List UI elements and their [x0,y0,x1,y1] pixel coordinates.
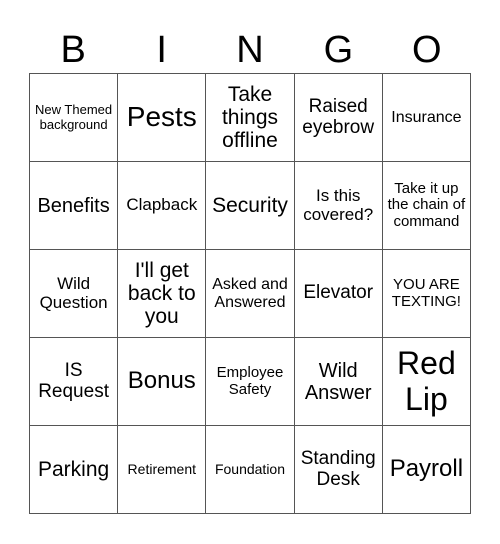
bingo-cell-text: New Themed background [35,102,113,132]
bingo-header: B I N G O [29,27,471,73]
bingo-cell[interactable]: Security [206,162,295,250]
bingo-cell[interactable]: Retirement [118,426,207,514]
bingo-cell[interactable]: YOU ARE TEXTING! [382,250,471,338]
header-letter-n: N [236,29,264,71]
bingo-cell[interactable]: Asked and Answered [206,250,295,338]
bingo-cell[interactable]: Bonus [118,338,207,426]
bingo-cell[interactable]: Employee Safety [206,338,295,426]
bingo-cell[interactable]: Clapback [118,162,207,250]
bingo-cell-text: Security [212,193,288,217]
bingo-cell[interactable]: Take it up the chain of command [382,162,471,250]
bingo-grid: New Themed background Pests Take things of… [29,73,471,514]
bingo-cell[interactable]: Wild Question [30,250,119,338]
bingo-cell[interactable]: Raised eyebrow [294,74,383,162]
bingo-cell[interactable]: Benefits [30,162,119,250]
bingo-cell-text: I'll get back to you [127,258,196,329]
bingo-cell-text: Retirement [127,460,197,477]
bingo-cell-text: Standing Desk [300,447,376,490]
bingo-cell-text: Is this covered? [303,185,374,224]
bingo-cell-text: Payroll [389,455,464,483]
bingo-cell-text: Wild Answer [304,359,372,404]
bingo-cell[interactable]: Payroll [382,426,471,514]
bingo-cell[interactable]: Pests [118,74,207,162]
bingo-cell[interactable]: Foundation [206,426,295,514]
bingo-cell-text: Foundation [214,460,286,477]
bingo-cell[interactable]: Is this covered? [294,162,383,250]
bingo-cell-text: Take it up the chain of command [387,179,466,230]
bingo-cell-text: IS Request [38,359,109,402]
bingo-cell[interactable]: New Themed background [30,74,119,162]
bingo-cell-text: Employee Safety [216,364,284,398]
bingo-cell-text: YOU ARE TEXTING! [391,276,461,310]
bingo-cell-text: Asked and Answered [212,275,288,311]
bingo-cell-text: Bonus [127,367,196,395]
header-letter-g: G [323,29,354,71]
header-letter-o: O [412,29,442,71]
bingo-cell[interactable]: I'll get back to you [118,250,207,338]
bingo-cell-text: Take things offline [221,82,279,153]
bingo-cell[interactable]: Parking [30,426,119,514]
bingo-cell-text: Clapback [126,195,198,215]
header-letter-i: I [156,29,167,71]
bingo-cell[interactable]: Insurance [382,74,471,162]
bingo-cell[interactable]: Red Lip [382,338,471,426]
bingo-cell-text: Red Lip [397,345,456,417]
header-letter-b: B [60,29,86,71]
bingo-cell[interactable]: Elevator [294,250,383,338]
bingo-cell-text: Wild Question [39,273,108,312]
bingo-cell[interactable]: Take things offline [206,74,295,162]
bingo-cell-text: Insurance [391,108,462,126]
bingo-cell-text: Benefits [37,194,110,217]
bingo-cell[interactable]: IS Request [30,338,119,426]
bingo-cell-text: Raised eyebrow [302,95,375,138]
bingo-cell-text: Parking [37,457,110,481]
bingo-cell[interactable]: Wild Answer [294,338,383,426]
bingo-cell-text: Pests [126,101,197,133]
bingo-cell[interactable]: Standing Desk [294,426,383,514]
bingo-cell-text: Elevator [303,282,374,304]
